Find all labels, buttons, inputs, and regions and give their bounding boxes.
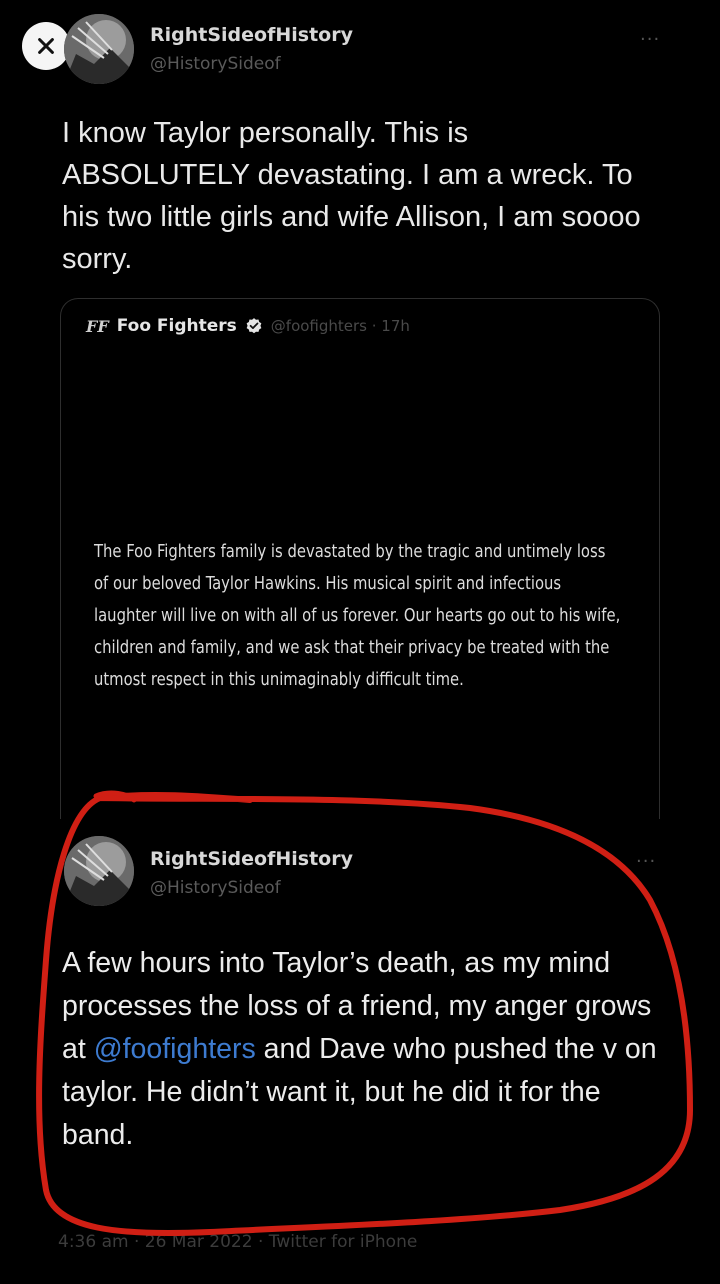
avatar-image (64, 14, 134, 84)
tweet-text: I know Taylor personally. This is ABSOLU… (62, 117, 641, 275)
avatar[interactable] (64, 836, 134, 906)
tweet-timestamp: 4:36 am · 26 Mar 2022 · Twitter for iPho… (58, 1232, 418, 1252)
author-handle[interactable]: @HistorySideof (150, 878, 281, 898)
more-options-icon[interactable]: ... (636, 846, 656, 867)
quoted-author-name[interactable]: Foo Fighters (117, 316, 237, 336)
verified-badge-icon (246, 318, 262, 334)
author-name[interactable]: RightSideofHistory (150, 848, 353, 870)
mention-link[interactable]: @foofighters (94, 1033, 256, 1065)
foo-fighters-logo-icon: FF (86, 316, 109, 336)
author-name[interactable]: RightSideofHistory (150, 24, 353, 46)
avatar[interactable] (64, 14, 134, 84)
close-icon (38, 38, 54, 54)
close-button[interactable] (22, 22, 70, 70)
more-options-icon[interactable]: ... (640, 24, 660, 45)
quoted-author-handle: @foofighters · 17h (270, 317, 410, 335)
author-handle[interactable]: @HistorySideof (150, 54, 281, 74)
quoted-tweet-text: The Foo Fighters family is devastated by… (94, 542, 621, 690)
avatar-image (64, 836, 134, 906)
quoted-tweet-header: FF Foo Fighters @foofighters · 17h (86, 316, 410, 336)
tweet-text: A few hours into Taylor’s death, as my m… (62, 942, 662, 1157)
